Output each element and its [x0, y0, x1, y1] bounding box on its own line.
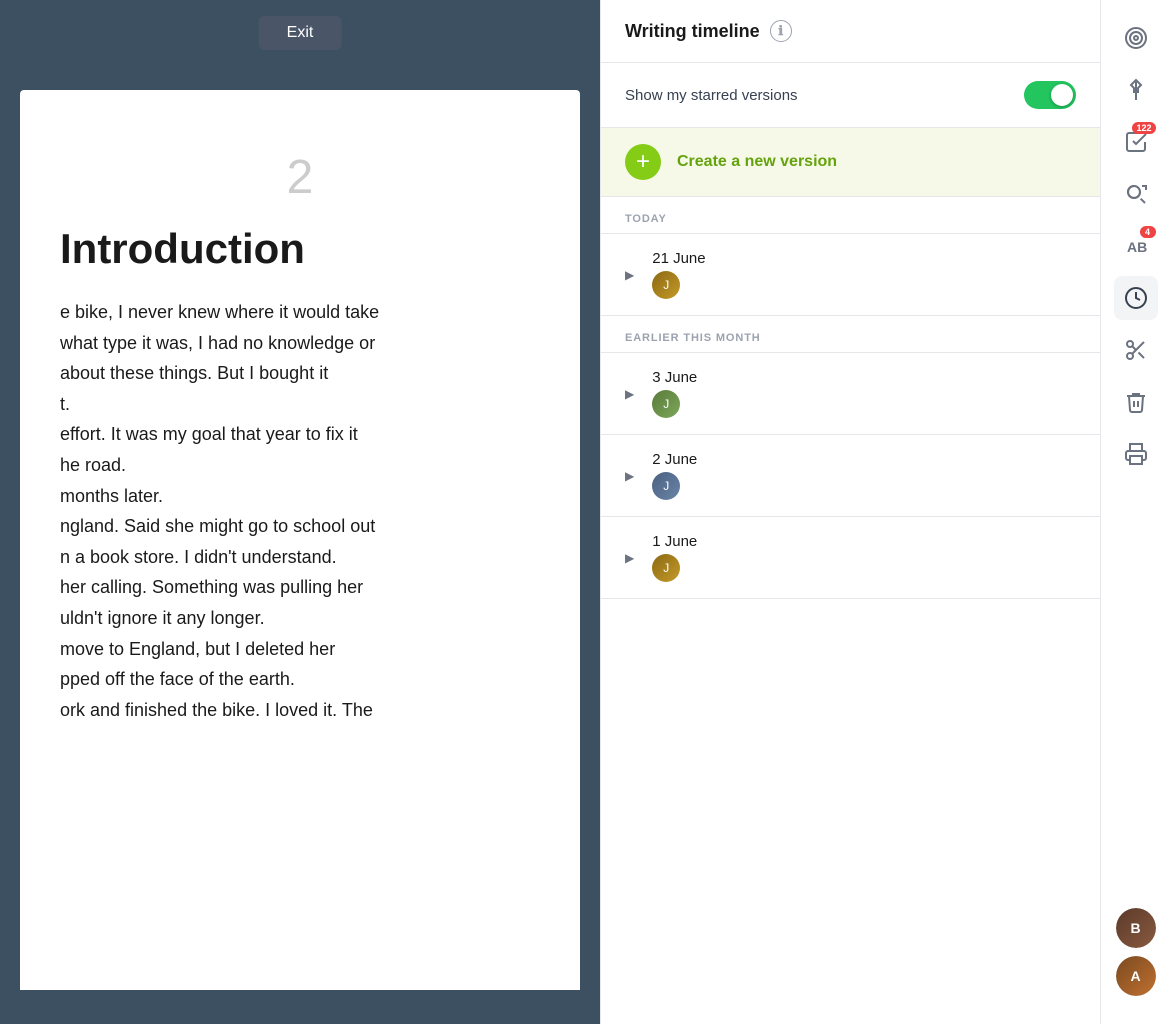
play-icon-3: ▶ [625, 387, 634, 401]
version-date-1: 1 June [652, 533, 697, 550]
play-icon-2: ▶ [625, 469, 634, 483]
svg-text:AB: AB [1127, 239, 1147, 255]
avatar-21: J [652, 271, 680, 299]
info-icon[interactable]: ℹ [770, 20, 792, 42]
starred-versions-row: Show my starred versions [601, 63, 1100, 128]
version-info-21: 21 June J [652, 250, 705, 299]
sidebar-bottom-avatars: B A [1116, 908, 1156, 1008]
user-avatar-1[interactable]: B [1116, 908, 1156, 948]
earlier-section-header: EARLIER THIS MONTH [601, 316, 1100, 353]
document-page: 2 Introduction e bike, I never knew wher… [20, 90, 580, 990]
right-sidebar: 122 AB 4 [1100, 0, 1170, 1024]
scissors-icon[interactable] [1114, 328, 1158, 372]
avatar-3-june: J [652, 390, 680, 418]
checklist-icon[interactable]: 122 [1114, 120, 1158, 164]
print-icon[interactable] [1114, 432, 1158, 476]
version-entry-3-june[interactable]: ▶ 3 June J [601, 353, 1100, 435]
version-date-3: 3 June [652, 369, 697, 386]
document-area: Exit 2 Introduction e bike, I never knew… [0, 0, 600, 1024]
pin-icon[interactable] [1114, 68, 1158, 112]
version-entry-1-june[interactable]: ▶ 1 June J [601, 517, 1100, 599]
timeline-panel: Writing timeline ℹ Show my starred versi… [600, 0, 1100, 1024]
user-avatar-1-face: B [1116, 908, 1156, 948]
user-avatar-2-face: A [1116, 956, 1156, 996]
timeline-header: Writing timeline ℹ [601, 0, 1100, 63]
toggle-knob [1051, 84, 1073, 106]
search-refresh-icon[interactable] [1114, 172, 1158, 216]
create-plus-icon: + [625, 144, 661, 180]
create-version-row[interactable]: + Create a new version [601, 128, 1100, 197]
version-info-1: 1 June J [652, 533, 697, 582]
document-body: e bike, I never knew where it would take… [60, 297, 540, 725]
version-date-2: 2 June [652, 451, 697, 468]
version-entry-21-june[interactable]: ▶ 21 June J [601, 234, 1100, 316]
starred-toggle[interactable] [1024, 81, 1076, 109]
text-icon[interactable]: AB 4 [1114, 224, 1158, 268]
document-heading: Introduction [60, 225, 540, 273]
version-date-21: 21 June [652, 250, 705, 267]
text-badge: 4 [1140, 226, 1156, 238]
clock-icon[interactable] [1114, 276, 1158, 320]
page-number: 2 [60, 150, 540, 205]
starred-label: Show my starred versions [625, 87, 798, 104]
target-icon[interactable] [1114, 16, 1158, 60]
today-section-header: TODAY [601, 197, 1100, 234]
checklist-badge: 122 [1132, 122, 1155, 134]
avatar-2-june: J [652, 472, 680, 500]
avatar-1-june: J [652, 554, 680, 582]
play-icon-1: ▶ [625, 551, 634, 565]
version-info-2: 2 June J [652, 451, 697, 500]
timeline-title: Writing timeline [625, 21, 760, 42]
exit-button[interactable]: Exit [259, 16, 342, 50]
user-avatar-2[interactable]: A [1116, 956, 1156, 996]
trash-icon[interactable] [1114, 380, 1158, 424]
version-entry-2-june[interactable]: ▶ 2 June J [601, 435, 1100, 517]
create-version-label: Create a new version [677, 153, 837, 171]
version-info-3: 3 June J [652, 369, 697, 418]
play-icon-21: ▶ [625, 268, 634, 282]
